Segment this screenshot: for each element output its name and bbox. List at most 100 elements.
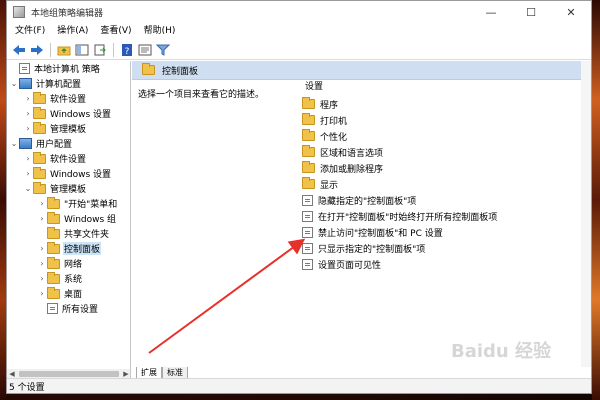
help-icon[interactable]: ? xyxy=(119,42,135,58)
list-item-printers[interactable]: 打印机 xyxy=(292,112,582,128)
tree-item-label: 所有设置 xyxy=(62,305,99,315)
background-right xyxy=(592,0,600,400)
description-text: 选择一个项目来查看它的描述。 xyxy=(138,90,265,100)
chevron-right-icon[interactable]: › xyxy=(23,121,33,136)
setting-label: 隐藏指定的"控制面板"项 xyxy=(318,196,417,207)
user-icon xyxy=(19,138,32,149)
menu-file[interactable]: 文件(F) xyxy=(9,23,51,40)
list-item-label: 区域和语言选项 xyxy=(320,148,384,159)
setting-hide-specified-items[interactable]: 隐藏指定的"控制面板"项 xyxy=(292,192,582,208)
folder-icon xyxy=(302,145,315,157)
scroll-thumb[interactable] xyxy=(19,371,119,377)
tree-item-all-settings[interactable]: 所有设置 xyxy=(7,301,130,316)
chevron-right-icon[interactable]: › xyxy=(37,196,47,211)
window-controls: — ☐ ✕ xyxy=(471,1,591,23)
folder-icon xyxy=(47,271,60,284)
tree-item-windows-settings[interactable]: › Windows 设置 xyxy=(7,166,130,181)
policy-setting-icon xyxy=(302,242,313,254)
tree-item-computer-config[interactable]: ⌄ 计算机配置 xyxy=(7,76,130,91)
maximize-button[interactable]: ☐ xyxy=(511,1,551,23)
forward-icon[interactable] xyxy=(29,42,45,58)
scroll-left-icon[interactable]: ◀ xyxy=(7,370,17,378)
tree-item-admin-templates[interactable]: › 管理模板 xyxy=(7,121,130,136)
tree-item-label: 用户配置 xyxy=(36,140,73,150)
tree-item-software-settings[interactable]: › 软件设置 xyxy=(7,151,130,166)
chevron-down-icon[interactable]: ⌄ xyxy=(23,181,33,196)
tree-item-label: 系统 xyxy=(64,275,83,285)
filter-icon[interactable] xyxy=(155,42,171,58)
policy-icon xyxy=(19,63,30,74)
tree-item-system[interactable]: › 系统 xyxy=(7,271,130,286)
list-item-regional-language[interactable]: 区域和语言选项 xyxy=(292,144,582,160)
window-title: 本地组策略编辑器 xyxy=(31,8,104,19)
tree-item-control-panel[interactable]: › 控制面板 xyxy=(7,241,130,256)
setting-always-open-all-items[interactable]: 在打开"控制面板"时始终打开所有控制面板项 xyxy=(292,208,582,224)
show-hide-tree-icon[interactable] xyxy=(74,42,90,58)
tree-item-label: Windows 组 xyxy=(64,215,117,225)
back-icon[interactable] xyxy=(11,42,27,58)
setting-prohibit-control-panel[interactable]: 禁止访问"控制面板"和 PC 设置 xyxy=(292,224,582,240)
tree-item-root[interactable]: 本地计算机 策略 xyxy=(7,61,130,76)
toolbar-separator xyxy=(113,42,114,57)
properties-icon[interactable] xyxy=(137,42,153,58)
tree-item-label: 管理模板 xyxy=(50,185,87,195)
policy-setting-icon xyxy=(302,210,313,222)
folder-icon xyxy=(33,166,46,179)
setting-label: 设置页面可见性 xyxy=(318,260,382,271)
tree-item-label: 计算机配置 xyxy=(36,80,82,90)
watermark-logo: Baidu 经验 xyxy=(450,341,551,362)
setting-label: 只显示指定的"控制面板"项 xyxy=(318,244,426,255)
details-vertical-scrollbar[interactable] xyxy=(581,61,591,367)
tree-item-label: Windows 设置 xyxy=(50,110,112,120)
chevron-down-icon[interactable]: ⌄ xyxy=(9,136,19,151)
folder-icon xyxy=(33,121,46,134)
menu-view[interactable]: 查看(V) xyxy=(94,23,137,40)
tree-item-windows-settings[interactable]: › Windows 设置 xyxy=(7,106,130,121)
list-item-display[interactable]: 显示 xyxy=(292,176,582,192)
tree-item-start-menu[interactable]: › "开始"菜单和 xyxy=(7,196,130,211)
chevron-right-icon[interactable]: › xyxy=(37,271,47,286)
details-header: 控制面板 xyxy=(132,61,591,80)
tree-item-label: 共享文件夹 xyxy=(64,230,110,240)
list-item-label: 打印机 xyxy=(320,116,348,127)
up-folder-icon[interactable] xyxy=(56,42,72,58)
tree-item-software-settings[interactable]: › 软件设置 xyxy=(7,91,130,106)
title-bar: 本地组策略编辑器 — ☐ ✕ xyxy=(7,1,591,23)
chevron-right-icon[interactable]: › xyxy=(23,91,33,106)
chevron-right-icon[interactable]: › xyxy=(37,211,47,226)
close-button[interactable]: ✕ xyxy=(551,1,591,23)
chevron-right-icon[interactable]: › xyxy=(37,286,47,301)
details-header-title: 控制面板 xyxy=(162,66,199,77)
column-header-settings[interactable]: 设置 xyxy=(292,79,582,96)
setting-page-visibility[interactable]: 设置页面可见性 xyxy=(292,256,582,272)
scroll-right-icon[interactable]: ▶ xyxy=(121,370,130,378)
folder-icon xyxy=(47,226,60,239)
tree-item-label: Windows 设置 xyxy=(50,170,112,180)
chevron-down-icon[interactable]: ⌄ xyxy=(9,76,19,91)
tree-item-shared-folders[interactable]: 共享文件夹 xyxy=(7,226,130,241)
chevron-right-icon[interactable]: › xyxy=(23,106,33,121)
tree-item-admin-templates[interactable]: ⌄ 管理模板 xyxy=(7,181,130,196)
minimize-button[interactable]: — xyxy=(471,1,511,23)
tree-item-network[interactable]: › 网络 xyxy=(7,256,130,271)
tree-item-user-config[interactable]: ⌄ 用户配置 xyxy=(7,136,130,151)
export-list-icon[interactable] xyxy=(92,42,108,58)
list-item-personalization[interactable]: 个性化 xyxy=(292,128,582,144)
chevron-right-icon[interactable]: › xyxy=(37,256,47,271)
chevron-right-icon[interactable]: › xyxy=(23,151,33,166)
policy-setting-icon xyxy=(302,226,313,238)
list-item-add-remove-programs[interactable]: 添加或删除程序 xyxy=(292,160,582,176)
chevron-right-icon[interactable]: › xyxy=(37,241,47,256)
chevron-right-icon[interactable]: › xyxy=(23,166,33,181)
setting-show-only-specified-items[interactable]: 只显示指定的"控制面板"项 xyxy=(292,240,582,256)
list-item-label: 添加或删除程序 xyxy=(320,164,384,175)
tree-item-windows-components[interactable]: › Windows 组 xyxy=(7,211,130,226)
menu-action[interactable]: 操作(A) xyxy=(51,23,94,40)
menu-help[interactable]: 帮助(H) xyxy=(138,23,182,40)
folder-icon xyxy=(33,181,46,194)
svg-text:?: ? xyxy=(125,47,130,56)
computer-icon xyxy=(19,78,32,89)
tree-item-desktop[interactable]: › 桌面 xyxy=(7,286,130,301)
folder-icon xyxy=(142,63,155,75)
list-item-programs[interactable]: 程序 xyxy=(292,96,582,112)
